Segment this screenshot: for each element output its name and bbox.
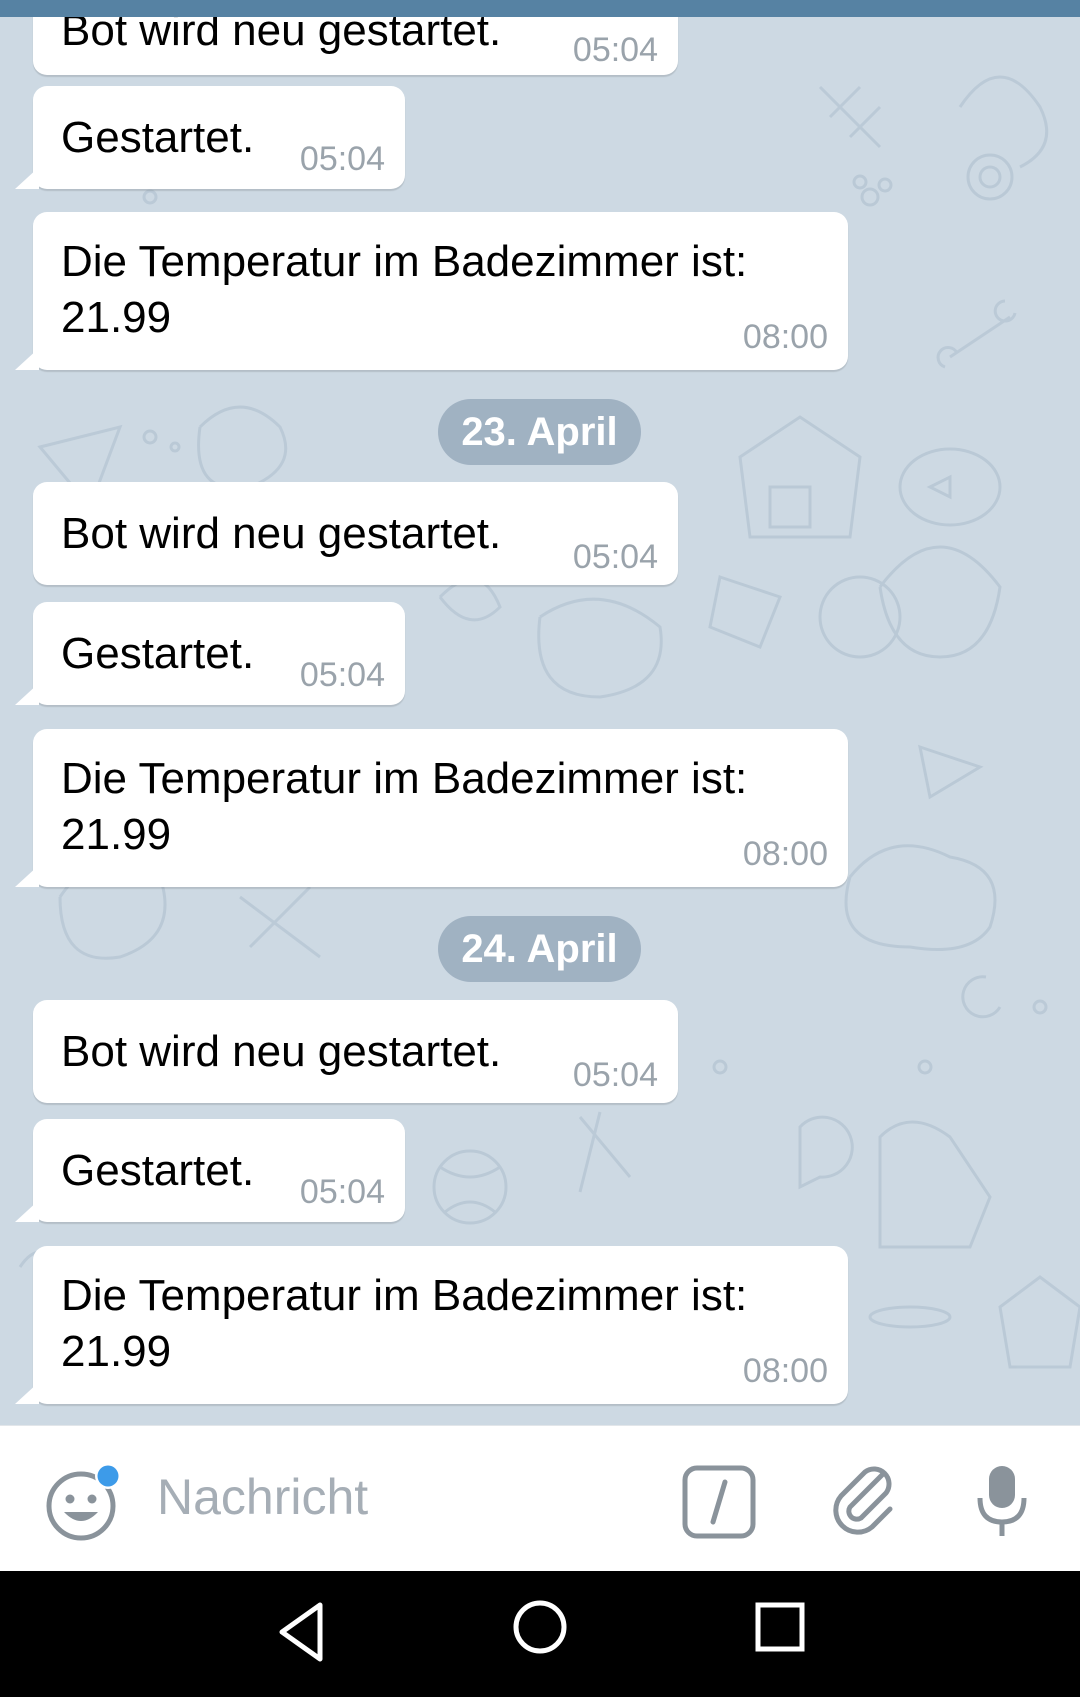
message-bubble[interactable]: Gestartet. 05:04 — [33, 1119, 405, 1222]
message-text-line2: 21.99 — [61, 293, 172, 342]
message-time: 05:04 — [572, 1056, 658, 1094]
message-text: Bot wird neu gestartet. — [61, 509, 502, 558]
back-triangle-icon[interactable] — [272, 1599, 332, 1665]
message-time: 05:04 — [299, 140, 385, 178]
message-bubble[interactable]: Die Temperatur im Badezimmer ist: 21.99 … — [33, 729, 848, 887]
message-time: 08:00 — [742, 1352, 828, 1390]
notification-dot — [97, 1465, 119, 1487]
chat-area[interactable]: Bot wird neu gestartet. 05:04 Gestartet.… — [0, 17, 1080, 1425]
home-circle-icon[interactable] — [510, 1597, 570, 1657]
message-composer: Nachricht — [0, 1425, 1080, 1572]
message-text-line1: Die Temperatur im Badezimmer ist: — [61, 237, 748, 286]
message-text-line1: Die Temperatur im Badezimmer ist: — [61, 1271, 748, 1320]
message-bubble[interactable]: Bot wird neu gestartet. 05:04 — [33, 482, 678, 585]
message-text-line2: 21.99 — [61, 1327, 172, 1376]
message-text-line1: Die Temperatur im Badezimmer ist: — [61, 754, 748, 803]
message-text: Bot wird neu gestartet. — [61, 17, 502, 55]
recents-square-icon[interactable] — [752, 1599, 808, 1655]
message-time: 05:04 — [572, 31, 658, 69]
system-navigation-bar — [0, 1571, 1080, 1697]
message-time: 08:00 — [742, 835, 828, 873]
message-bubble[interactable]: Die Temperatur im Badezimmer ist: 21.99 … — [33, 212, 848, 370]
message-time: 05:04 — [299, 656, 385, 694]
microphone-icon[interactable] — [972, 1462, 1032, 1542]
message-text-line2: 21.99 — [61, 810, 172, 859]
message-text: Gestartet. — [61, 1146, 255, 1195]
bot-command-icon[interactable] — [681, 1464, 757, 1540]
message-time: 08:00 — [742, 318, 828, 356]
message-text: Bot wird neu gestartet. — [61, 1027, 502, 1076]
date-separator: 24. April — [438, 916, 641, 982]
message-input[interactable]: Nachricht — [157, 1468, 368, 1526]
date-separator: 23. April — [438, 399, 641, 465]
message-time: 05:04 — [572, 538, 658, 576]
message-bubble[interactable]: Bot wird neu gestartet. 05:04 — [33, 17, 678, 75]
message-time: 05:04 — [299, 1173, 385, 1211]
message-bubble[interactable]: Die Temperatur im Badezimmer ist: 21.99 … — [33, 1246, 848, 1404]
attach-paperclip-icon[interactable] — [828, 1462, 898, 1542]
message-bubble[interactable]: Gestartet. 05:04 — [33, 86, 405, 189]
message-text: Gestartet. — [61, 629, 255, 678]
message-bubble[interactable]: Bot wird neu gestartet. 05:04 — [33, 1000, 678, 1103]
message-bubble[interactable]: Gestartet. 05:04 — [33, 602, 405, 705]
message-text: Gestartet. — [61, 113, 255, 162]
emoji-icon[interactable] — [44, 1464, 124, 1544]
action-bar-edge — [0, 0, 1080, 17]
